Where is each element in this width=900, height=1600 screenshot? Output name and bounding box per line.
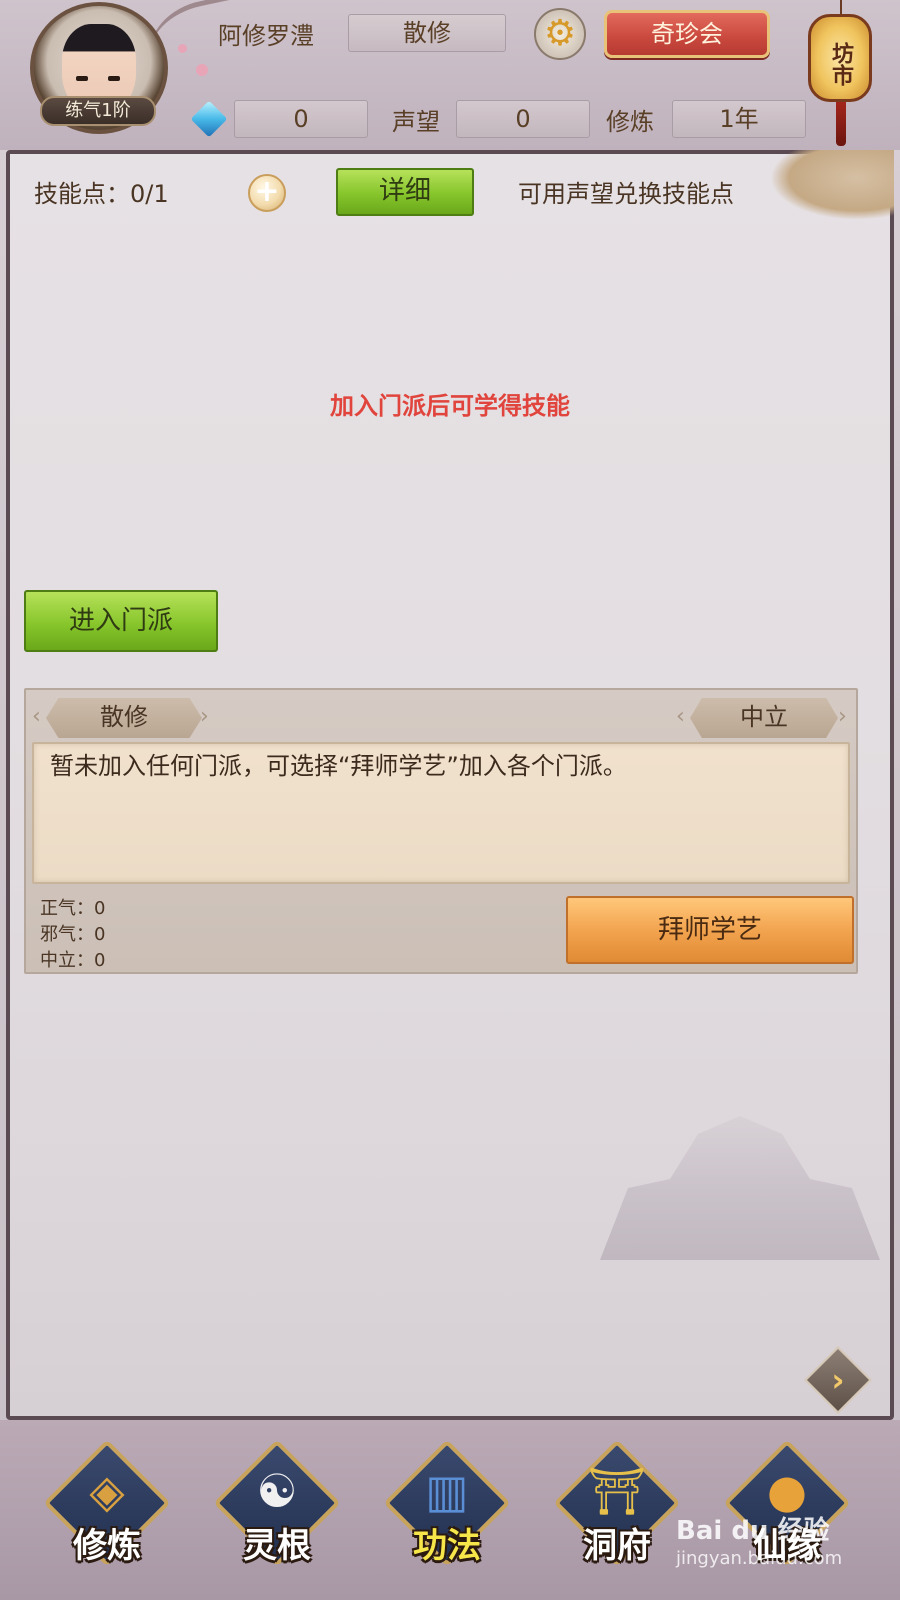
baidu-watermark-url: jingyan.baidu.com (676, 1548, 843, 1569)
join-sect-hint: 加入门派后可学得技能 (330, 392, 570, 420)
righteous-value: 正气：0 (40, 898, 106, 919)
nav-label: 功法 (413, 1526, 481, 1566)
nav-label: 灵根 (243, 1526, 311, 1566)
sect-display: 散修 (348, 14, 506, 52)
settings-gear-button[interactable]: ⚙ (534, 8, 586, 60)
apprentice-button[interactable]: 拜师学艺 (566, 896, 854, 964)
enter-sect-button[interactable]: 进入门派 (24, 590, 218, 652)
level-badge: 练气1阶 (40, 96, 156, 126)
nav-item-spirit-root[interactable]: ☯ 灵根 (213, 1436, 341, 1586)
reputation-label: 声望 (392, 108, 440, 136)
treasure-fair-button[interactable]: 奇珍会 (604, 10, 770, 58)
blossom-decoration (178, 44, 187, 53)
plus-icon: + (254, 174, 280, 209)
reputation-value: 0 (456, 100, 590, 138)
add-skill-point-button[interactable]: + (248, 174, 286, 212)
neutral-value: 中立：0 (40, 950, 106, 971)
cloud-decoration (770, 150, 894, 220)
ribbon-arrow-right-icon: › (838, 704, 847, 729)
cultivation-value: 1年 (672, 100, 806, 138)
nav-item-cave-dwelling[interactable]: ⛩ 洞府 (553, 1436, 681, 1586)
avatar-eye (108, 76, 120, 81)
gem-count: 0 (234, 100, 368, 138)
detail-button[interactable]: 详细 (336, 168, 474, 216)
baidu-watermark: Bai du 经验 (676, 1516, 830, 1546)
alignment-ribbon: 中立 (690, 698, 838, 738)
nav-item-techniques[interactable]: ▥ 功法 (383, 1436, 511, 1586)
player-name: 阿修罗澧 (218, 22, 314, 50)
ribbon-arrow-right-icon: › (200, 704, 209, 729)
market-lantern-button[interactable]: 坊市 (808, 14, 872, 102)
skill-points: 技能点：0/1 (34, 180, 169, 208)
gear-icon: ⚙ (543, 13, 577, 54)
ribbon-arrow-left-icon: ‹ (676, 704, 685, 729)
exchange-hint: 可用声望兑换技能点 (518, 180, 734, 208)
sect-description: 暂未加入任何门派，可选择“拜师学艺”加入各个门派。 (50, 752, 627, 780)
market-label: 坊市 (828, 42, 853, 86)
avatar-eye (76, 76, 88, 81)
chevron-right-icon: › (831, 1361, 845, 1399)
nav-label: 洞府 (583, 1526, 651, 1566)
cultivation-label: 修炼 (606, 108, 654, 136)
ribbon-arrow-left-icon: ‹ (32, 704, 41, 729)
sect-name-ribbon: 散修 (46, 698, 202, 738)
blossom-decoration (196, 64, 208, 76)
nav-item-cultivation[interactable]: ◈ 修炼 (43, 1436, 171, 1586)
evil-value: 邪气：0 (40, 924, 106, 945)
lantern-tassel (836, 102, 846, 146)
nav-label: 修炼 (73, 1526, 141, 1566)
